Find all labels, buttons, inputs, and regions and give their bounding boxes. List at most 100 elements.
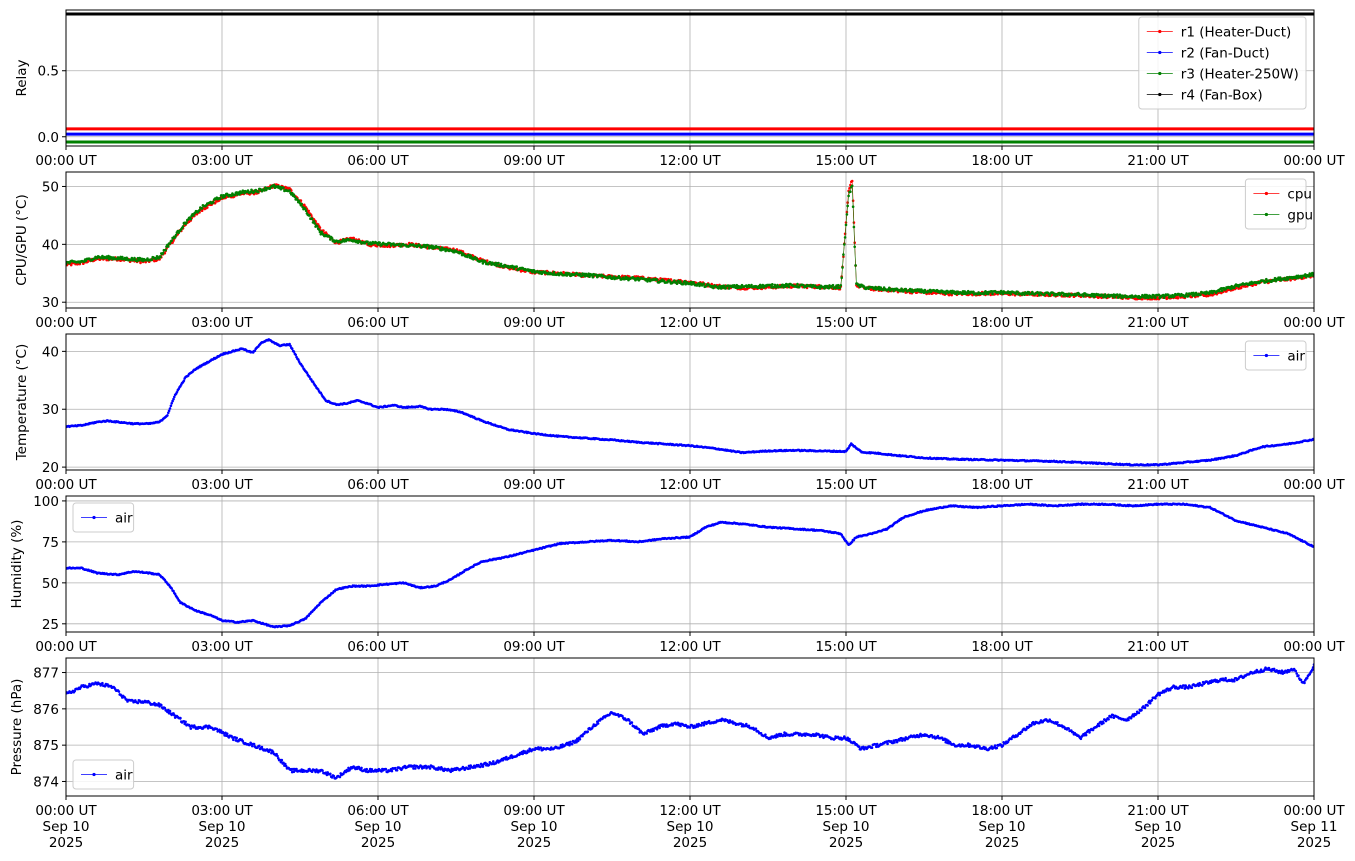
y-tick-label: 0.5 [38, 64, 59, 80]
x-tick-label: 03:00 UT [191, 315, 253, 331]
data-point [773, 283, 777, 287]
data-point [846, 204, 849, 208]
data-point [1113, 296, 1116, 299]
data-point [1082, 295, 1085, 298]
x-tick-label: 15:00 UT [815, 315, 877, 331]
panel-1: 0.00.500:00 UT 03:00 UT 06:00 UT 09:00 UT 12… [14, 9, 1345, 169]
data-point [150, 258, 154, 262]
data-point [317, 228, 321, 231]
data-point [290, 347, 294, 351]
data-point [675, 282, 679, 286]
data-point [847, 194, 850, 198]
legend-marker [1158, 50, 1162, 55]
panel-3: 20304000:00 UT 03:00 UT 06:00 UT 09:00 UT 12… [14, 333, 1345, 493]
legend-label: gpu [1287, 208, 1313, 224]
data-point [727, 287, 731, 290]
data-point [843, 243, 846, 246]
y-axis-label: Temperature (°C) [14, 344, 30, 462]
data-point [173, 236, 177, 239]
data-point [771, 283, 774, 286]
data-point [499, 262, 503, 266]
y-axis-label: CPU/GPU (°C) [14, 194, 30, 285]
data-point [310, 217, 314, 220]
data-point [182, 379, 186, 383]
data-point [469, 254, 473, 257]
data-point [836, 283, 840, 287]
data-point [853, 245, 856, 249]
legend-label: r3 (Heater-250W) [1181, 67, 1299, 83]
x-tick-label: 06:00 UT [347, 477, 409, 493]
data-point [839, 284, 843, 287]
x-tick-label: 21:00 UT [1127, 315, 1189, 331]
data-point [787, 285, 791, 289]
data-point [366, 240, 369, 243]
panel-4: 25507510000:00 UT 03:00 UT 06:00 UT 09:00 U… [9, 494, 1345, 655]
data-point [166, 414, 169, 417]
data-point [1187, 294, 1190, 298]
legend-marker [1158, 29, 1162, 34]
data-point [69, 263, 73, 267]
data-point [282, 186, 285, 190]
data-point [167, 245, 170, 248]
data-point [185, 221, 188, 224]
data-point [1218, 289, 1221, 293]
data-point [170, 239, 173, 242]
data-point [198, 208, 201, 212]
x-tick-label: 18:00 UT [971, 477, 1033, 493]
x-tick-label: 06:00 UT [347, 153, 409, 169]
legend-marker [1158, 92, 1162, 97]
data-point [843, 236, 847, 239]
data-point [174, 233, 178, 237]
x-tick-label: 06:00 UT [347, 315, 409, 331]
data-point [313, 222, 317, 225]
data-point [850, 184, 854, 188]
x-tick-label: 15:00 UT [815, 477, 877, 493]
data-point [1220, 289, 1224, 293]
x-tick-label: 21:00 UT [1127, 153, 1189, 169]
x-tick-label: 12:00 UT [659, 477, 721, 493]
data-point [167, 409, 171, 413]
x-tick-label: 03:00 UT [191, 153, 253, 169]
data-point [161, 251, 165, 255]
legend: air [1244, 340, 1307, 371]
x-tick-label: 15:00 UT [815, 153, 877, 169]
data-point [845, 213, 849, 216]
data-point [854, 264, 857, 267]
data-point [851, 205, 855, 208]
data-point [297, 199, 301, 203]
data-point [330, 237, 334, 240]
x-tick-label: 00:00 UT [35, 315, 97, 331]
x-tick-label: 00:00 UT [1283, 477, 1345, 493]
legend-marker [1264, 191, 1268, 196]
x-tick-label: 00:00 UT [1283, 153, 1345, 169]
y-tick-label: 40 [42, 237, 59, 253]
panel-2: 30405000:00 UT 03:00 UT 06:00 UT 09:00 UT 12… [14, 171, 1345, 331]
data-point [300, 202, 304, 206]
data-point [1116, 293, 1119, 296]
data-point [1038, 294, 1041, 297]
data-point [831, 283, 835, 287]
x-tick-label: 09:00 UT [503, 315, 565, 331]
legend-marker [1264, 353, 1268, 358]
data-point [591, 275, 595, 279]
data-point [568, 272, 571, 275]
data-point [257, 190, 260, 194]
data-point [842, 253, 845, 256]
data-point [1009, 292, 1012, 296]
data-point [200, 207, 204, 210]
data-point [497, 261, 500, 265]
data-point [702, 282, 706, 285]
data-point [796, 282, 799, 286]
data-point [840, 276, 843, 280]
data-point [1150, 296, 1154, 299]
data-point [1185, 292, 1188, 295]
legend-marker [1158, 71, 1162, 76]
data-point [304, 209, 308, 212]
data-point [852, 225, 856, 229]
legend-marker [1264, 212, 1268, 217]
x-tick-label: 18:00 UT [971, 315, 1033, 331]
data-point [722, 284, 726, 288]
data-point [398, 242, 402, 246]
data-point [944, 292, 947, 296]
data-point [169, 404, 173, 408]
